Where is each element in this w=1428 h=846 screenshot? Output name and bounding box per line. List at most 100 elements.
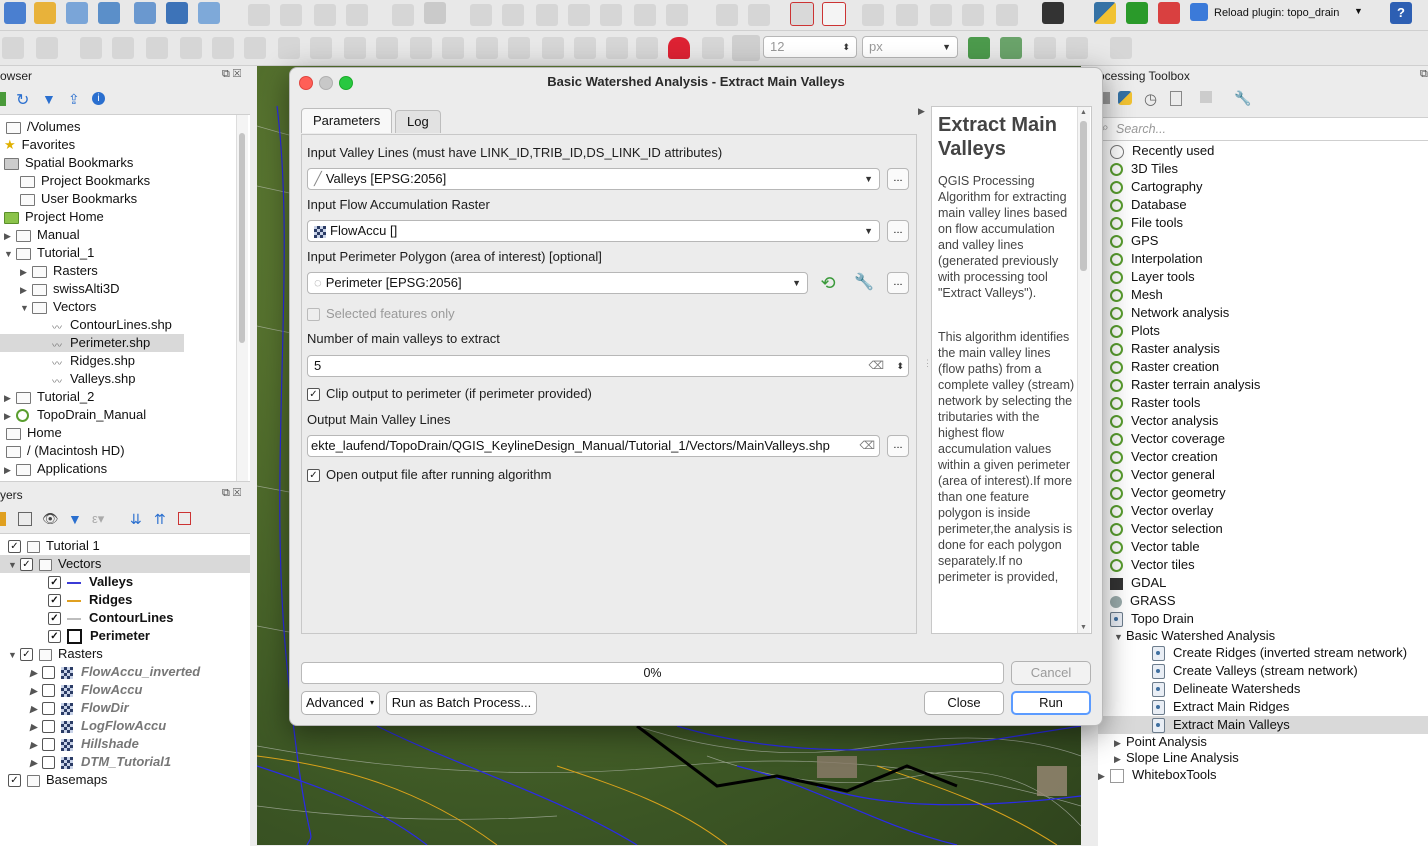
collapse-all-icon[interactable]: ⇈	[154, 511, 166, 528]
browser-dock-buttons[interactable]: ⧉ ☒	[222, 68, 241, 81]
browser-item[interactable]: ▼ Tutorial_1	[4, 244, 94, 262]
remove-layer-icon[interactable]	[178, 512, 191, 525]
clip-checkbox[interactable]: ✓ Clip output to perimeter (if perimeter …	[307, 386, 592, 402]
toolbox-group[interactable]: Vector selection	[1110, 520, 1223, 538]
snapping-icon[interactable]	[702, 37, 724, 59]
chevron-down-icon[interactable]: ▼	[864, 169, 873, 189]
help-icon[interactable]: ?	[1390, 2, 1412, 24]
t2-icon-5[interactable]	[146, 37, 168, 59]
toolbox-group[interactable]: Database	[1110, 196, 1187, 214]
close-button[interactable]: Close	[924, 691, 1004, 715]
browser-item[interactable]: / (Macintosh HD)	[6, 442, 125, 460]
layers-dock-buttons[interactable]: ⧉ ☒	[222, 487, 241, 500]
output-browse-button[interactable]: ...	[887, 435, 909, 457]
browser-item[interactable]: 〰 Ridges.shp	[52, 352, 135, 370]
browser-scroll-thumb[interactable]	[239, 133, 245, 343]
filter-icon[interactable]: ▼	[42, 91, 56, 107]
help-scroll-up-icon[interactable]: ▲	[1080, 109, 1087, 116]
browser-item[interactable]: ▼ Vectors	[20, 298, 96, 316]
toolbox-group[interactable]: ▶ WhiteboxTools	[1098, 766, 1217, 784]
browser-item[interactable]: Home	[6, 424, 62, 442]
cut-icon[interactable]	[536, 4, 558, 26]
toolbox-group[interactable]: Raster creation	[1110, 358, 1219, 376]
edit-features-icon[interactable]	[1200, 91, 1212, 103]
t2-icon-1[interactable]	[2, 37, 24, 59]
chevron-down-icon[interactable]: ▼	[792, 273, 801, 293]
attribute-icon[interactable]	[470, 4, 492, 26]
delete-icon[interactable]	[502, 4, 524, 26]
toolbox-group[interactable]: Vector coverage	[1110, 430, 1225, 448]
toolbox-group[interactable]: Interpolation	[1110, 250, 1203, 268]
t2-icon-3[interactable]	[80, 37, 102, 59]
t2-icon-20[interactable]	[636, 37, 658, 59]
browser-item[interactable]: 〰 ContourLines.shp	[52, 316, 172, 334]
browser-item[interactable]: ▶ Manual	[4, 226, 80, 244]
toolbox-group[interactable]: GRASS	[1110, 592, 1176, 610]
layer-group-vectors[interactable]: ▼ ✓ Vectors	[0, 555, 250, 573]
add-point-icon[interactable]	[346, 4, 368, 26]
reload-icon[interactable]	[1190, 3, 1208, 21]
python-icon[interactable]	[1094, 2, 1116, 24]
reload-plugin-label[interactable]: Reload plugin: topo_drain	[1214, 7, 1339, 19]
toolbox-group[interactable]: Vector overlay	[1110, 502, 1213, 520]
t2-icon-13[interactable]	[410, 37, 432, 59]
magnet-icon[interactable]	[668, 37, 690, 59]
layer-raster[interactable]: ▶ DTM_Tutorial1	[30, 753, 171, 771]
browser-item[interactable]: /Volumes	[6, 118, 80, 136]
toolbox-group[interactable]: Raster tools	[1110, 394, 1200, 412]
t2-icon-11[interactable]	[344, 37, 366, 59]
toolbox-group[interactable]: Vector geometry	[1110, 484, 1226, 502]
toolbox-group[interactable]: Vector creation	[1110, 448, 1218, 466]
t2-icon-7[interactable]	[212, 37, 234, 59]
open-output-checkbox[interactable]: ✓ Open output file after running algorith…	[307, 467, 551, 483]
valley-lines-combo[interactable]: ╱ Valleys [EPSG:2056] ▼	[307, 168, 880, 190]
t2-icon-19[interactable]	[606, 37, 628, 59]
hill-icon[interactable]	[1126, 2, 1148, 24]
options-icon[interactable]: 🔧	[1234, 90, 1251, 107]
t2-icon-4[interactable]	[112, 37, 134, 59]
browser-item-selected[interactable]: 〰 Perimeter.shp	[0, 334, 184, 352]
refresh-icon[interactable]: ↻	[16, 90, 29, 110]
visibility-icon[interactable]: 👁	[42, 511, 59, 527]
selected-only-checkbox[interactable]: Selected features only	[307, 306, 455, 322]
toolbox-group[interactable]: GPS	[1110, 232, 1158, 250]
toolbox-group[interactable]: Layer tools	[1110, 268, 1195, 286]
help-scroll-down-icon[interactable]: ▼	[1080, 624, 1087, 631]
toolbox-algorithm-selected[interactable]: Extract Main Valleys	[1098, 716, 1428, 734]
layer-raster[interactable]: ▶ LogFlowAccu	[30, 717, 166, 735]
pencil-icon[interactable]	[98, 2, 120, 24]
browser-item[interactable]: ▶ Rasters	[20, 262, 98, 280]
vector-layer-icon[interactable]	[66, 2, 88, 24]
spin-icon[interactable]: ⬍	[896, 356, 904, 376]
layer-group-tutorial1[interactable]: ✓ Tutorial 1	[8, 537, 100, 555]
style-icon[interactable]	[0, 512, 6, 526]
add-selected-icon[interactable]	[0, 92, 6, 106]
redo-icon[interactable]	[666, 4, 688, 26]
toolbox-group[interactable]: Plots	[1110, 322, 1160, 340]
t2-icon-9[interactable]	[278, 37, 300, 59]
label-pin-icon[interactable]	[748, 4, 770, 26]
num-valleys-spinbox[interactable]: 5 ⌫ ⬍	[307, 355, 909, 377]
perimeter-browse-button[interactable]: ...	[887, 272, 909, 294]
copy-icon[interactable]	[568, 4, 590, 26]
results-icon[interactable]	[1170, 91, 1182, 106]
toolbox-group[interactable]: ▼ Basic Watershed Analysis	[1114, 627, 1275, 645]
browser-item[interactable]: ▶ Applications	[4, 460, 107, 478]
t2-icon-16[interactable]	[508, 37, 530, 59]
filter-legend-icon[interactable]: ▼	[68, 511, 82, 527]
unit-dropdown-icon[interactable]: ▼	[942, 37, 951, 57]
clear-icon[interactable]: ⌫	[857, 436, 875, 456]
pen-icon[interactable]	[280, 4, 302, 26]
label-move-icon[interactable]	[862, 4, 884, 26]
t2-icon-6[interactable]	[180, 37, 202, 59]
t2-icon-22[interactable]	[1066, 37, 1088, 59]
browser-item[interactable]: ▶ TopoDrain_Manual	[4, 406, 146, 424]
layer-group-rasters[interactable]: ▼ ✓ Rasters	[8, 645, 103, 663]
t2-icon-21[interactable]	[1034, 37, 1056, 59]
toolbox-group[interactable]: Cartography	[1110, 178, 1203, 196]
toolbox-group[interactable]: Topo Drain	[1110, 610, 1194, 628]
t2-icon-18[interactable]	[574, 37, 596, 59]
layer-group-basemaps[interactable]: ✓ Basemaps	[8, 771, 107, 789]
label-settings-icon[interactable]	[996, 4, 1018, 26]
layer-raster[interactable]: ▶ Hillshade	[30, 735, 139, 753]
